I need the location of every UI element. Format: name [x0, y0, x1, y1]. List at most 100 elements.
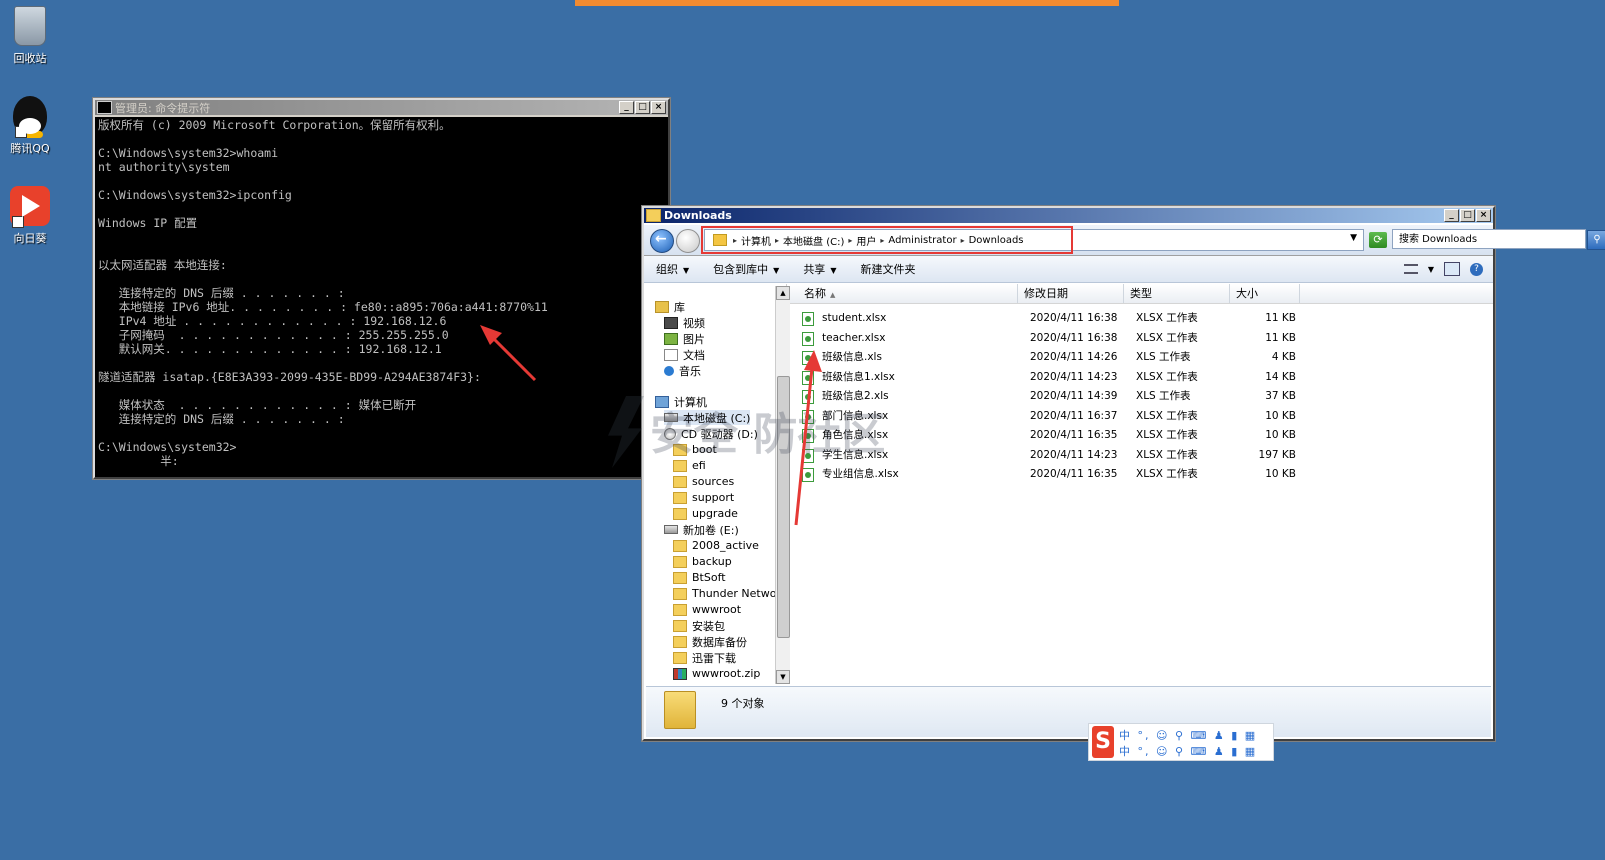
tree-item[interactable]: BtSoft	[673, 570, 726, 585]
search-icon[interactable]: ⚲	[1587, 230, 1605, 250]
new-folder-button[interactable]: 新建文件夹	[848, 261, 927, 277]
ime-row-1[interactable]: 中 °, ☺ ⚲ ⌨ ♟ ▮ ▦	[1119, 727, 1257, 743]
share-button[interactable]: 共享 ▼	[791, 261, 848, 277]
folder-icon	[673, 619, 687, 632]
tree-item-label: 迅雷下载	[692, 651, 736, 665]
tree-item[interactable]: 数据库备份	[673, 634, 747, 649]
tree-item[interactable]: boot	[673, 442, 717, 457]
tree-item-label: 2008_active	[692, 539, 759, 552]
forward-button[interactable]	[676, 229, 700, 253]
cmd-line: nt authority\system	[98, 160, 230, 174]
cmd-line	[98, 202, 665, 216]
shortcut-arrow-icon	[12, 216, 24, 228]
desktop-icon-recycle-bin[interactable]: 回收站	[0, 6, 60, 66]
tree-item[interactable]: 视频	[664, 315, 705, 330]
column-name[interactable]: 名称 ▲	[790, 284, 1018, 303]
file-date: 2020/4/11 14:23	[1030, 370, 1118, 383]
tree-item[interactable]: CD 驱动器 (D:)	[664, 426, 758, 441]
nav-scrollbar[interactable]: ▲ ▼	[775, 286, 790, 684]
view-options-icon[interactable]	[1403, 264, 1418, 274]
maximize-button[interactable]: □	[1460, 209, 1475, 222]
close-button[interactable]: ×	[651, 101, 666, 114]
ime-row-2[interactable]: 中 °, ☺ ⚲ ⌨ ♟ ▮ ▦	[1119, 743, 1257, 759]
cmd-icon	[97, 101, 112, 114]
file-row[interactable]: 班级信息1.xlsx 2020/4/11 14:23 XLSX 工作表 14 KB	[790, 368, 1493, 386]
column-date[interactable]: 修改日期	[1018, 284, 1124, 303]
tree-item-label: wwwroot	[692, 603, 742, 616]
include-library-button[interactable]: 包含到库中 ▼	[701, 261, 791, 277]
file-row[interactable]: 部门信息.xlsx 2020/4/11 16:37 XLSX 工作表 10 KB	[790, 407, 1493, 425]
preview-pane-icon[interactable]	[1444, 262, 1460, 276]
file-row[interactable]: 学生信息.xlsx 2020/4/11 14:23 XLSX 工作表 197 KB	[790, 446, 1493, 464]
drive-icon	[664, 525, 678, 534]
file-row[interactable]: 班级信息.xls 2020/4/11 14:26 XLS 工作表 4 KB	[790, 348, 1493, 366]
cmd-console-output[interactable]: 版权所有 (c) 2009 Microsoft Corporation。保留所有…	[95, 117, 668, 477]
tree-item[interactable]: Thunder Networ	[673, 586, 781, 601]
tree-item[interactable]: wwwroot	[673, 602, 741, 617]
maximize-button[interactable]: □	[635, 101, 650, 114]
tree-item[interactable]: 新加卷 (E:)	[664, 522, 739, 537]
navigation-pane[interactable]: 库视频 图片 文档 音乐 计算机 本地磁盘 (C:) CD 驱动器 (D:) boot efi s…	[646, 284, 787, 684]
tree-item[interactable]: support	[673, 490, 734, 505]
tree-item[interactable]: 文档	[664, 347, 705, 362]
tree-item[interactable]: 2008_active	[673, 538, 759, 553]
file-date: 2020/4/11 16:37	[1030, 409, 1118, 422]
sogou-logo-icon[interactable]: S	[1092, 726, 1114, 758]
chevron-down-icon[interactable]: ▼	[1428, 265, 1434, 274]
cmd-titlebar[interactable]: 管理员: 命令提示符 _ □ ×	[95, 100, 668, 115]
tree-item[interactable]: 迅雷下载	[673, 650, 736, 665]
explorer-window[interactable]: Downloads _ □ × ▸ 计算机 ▸ 本地磁盘 (C:) ▸ 用户 ▸…	[642, 206, 1605, 741]
scroll-down-icon[interactable]: ▼	[776, 670, 790, 684]
tree-item[interactable]: 音乐	[664, 363, 701, 378]
file-name: 学生信息.xlsx	[822, 448, 889, 461]
cmd-line	[98, 230, 665, 244]
file-row[interactable]: 班级信息2.xls 2020/4/11 14:39 XLS 工作表 37 KB	[790, 387, 1493, 405]
help-icon[interactable]: ?	[1470, 262, 1483, 276]
cmd-line: Windows IP 配置	[98, 216, 198, 230]
tree-item-label: 视频	[683, 316, 705, 330]
file-row[interactable]: student.xlsx 2020/4/11 16:38 XLSX 工作表 11 KB	[790, 309, 1493, 327]
file-type: XLSX 工作表	[1136, 468, 1198, 480]
scrollbar-thumb[interactable]	[777, 376, 790, 638]
tree-item[interactable]: 库	[655, 299, 685, 314]
scroll-up-icon[interactable]: ▲	[776, 286, 790, 300]
minimize-button[interactable]: _	[1444, 209, 1459, 222]
tree-item[interactable]: wwwroot.zip	[673, 666, 760, 681]
file-date: 2020/4/11 16:35	[1030, 429, 1118, 441]
zip-icon	[673, 667, 687, 680]
back-button[interactable]	[650, 229, 674, 253]
tree-item[interactable]: 安装包	[673, 618, 725, 633]
file-name: student.xlsx	[822, 312, 887, 324]
tree-item[interactable]: 本地磁盘 (C:)	[664, 410, 751, 425]
excel-file-icon	[802, 331, 814, 346]
folder-icon	[673, 507, 687, 520]
explorer-titlebar[interactable]: Downloads _ □ ×	[644, 208, 1493, 223]
tree-item[interactable]: sources	[673, 474, 734, 489]
file-row[interactable]: teacher.xlsx 2020/4/11 16:38 XLSX 工作表 11 KB	[790, 329, 1493, 347]
column-type[interactable]: 类型	[1124, 284, 1230, 303]
refresh-button[interactable]: ⟳	[1369, 232, 1387, 248]
file-list-header: 名称 ▲ 修改日期 类型 大小	[790, 284, 1493, 304]
file-name: 角色信息.xlsx	[822, 429, 889, 441]
tree-item[interactable]: 图片	[664, 331, 705, 346]
ime-toolbar[interactable]: S 中 °, ☺ ⚲ ⌨ ♟ ▮ ▦ 中 °, ☺ ⚲ ⌨ ♟ ▮ ▦	[1088, 723, 1274, 761]
search-input[interactable]: 搜索 Downloads	[1392, 229, 1586, 249]
tree-item[interactable]: backup	[673, 554, 732, 569]
tree-item[interactable]: 计算机	[655, 394, 707, 409]
tree-item[interactable]: upgrade	[673, 506, 738, 521]
minimize-button[interactable]: _	[619, 101, 634, 114]
file-row[interactable]: 专业组信息.xlsx 2020/4/11 16:35 XLSX 工作表 10 KB	[790, 465, 1493, 483]
desktop-icon-sunlogin[interactable]: 向日葵	[0, 186, 60, 246]
column-size[interactable]: 大小	[1230, 284, 1300, 303]
organize-button[interactable]: 组织 ▼	[644, 261, 701, 277]
file-row[interactable]: 角色信息.xlsx 2020/4/11 16:35 XLSX 工作表 10 KB	[790, 426, 1493, 444]
desktop-icon-qq[interactable]: 腾讯QQ	[0, 96, 60, 156]
tree-item[interactable]: efi	[673, 458, 706, 473]
desktop-icon-label: 腾讯QQ	[10, 142, 50, 155]
cmd-window[interactable]: 管理员: 命令提示符 _ □ × 版权所有 (c) 2009 Microsoft…	[93, 98, 670, 479]
file-size: 10 KB	[1265, 468, 1296, 480]
cmd-line: C:\Windows\system32>ipconfig	[98, 188, 292, 202]
file-type: XLSX 工作表	[1136, 370, 1198, 383]
chevron-down-icon[interactable]: ▼	[1350, 233, 1357, 243]
close-button[interactable]: ×	[1476, 209, 1491, 222]
